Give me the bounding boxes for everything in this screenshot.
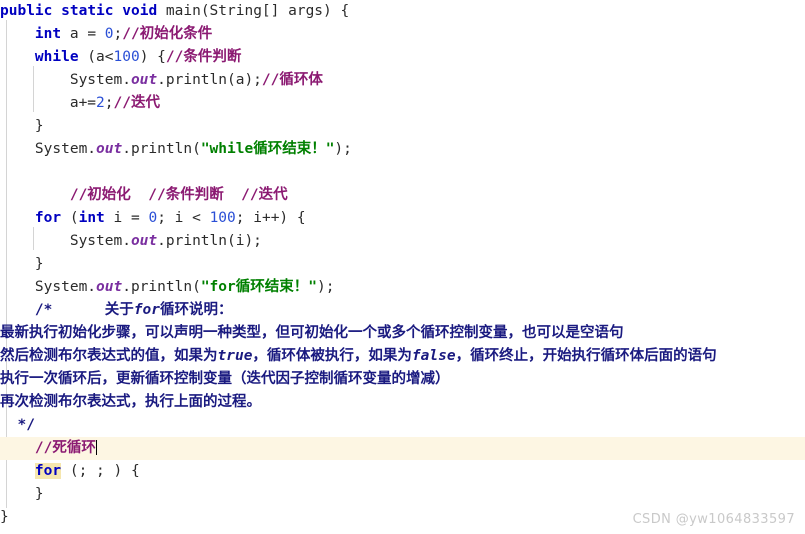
code-token-plain: (: [61, 210, 79, 226]
code-token-fld: out: [130, 233, 158, 249]
code-token-cmt: //迭代: [113, 95, 160, 111]
code-token-plain: .println(: [122, 141, 201, 157]
code-line[interactable]: //初始化 //条件判断 //迭代: [0, 184, 805, 207]
code-token-plain: System.: [0, 72, 131, 88]
code-token-kw: for: [34, 210, 62, 226]
code-token-blk: 执行一次循环后，更新循环控制变量（迭代因子控制循环变量的增减）: [0, 371, 450, 387]
code-line[interactable]: for (; ; ) {: [0, 460, 805, 483]
code-line[interactable]: 执行一次循环后，更新循环控制变量（迭代因子控制循环变量的增减）: [0, 368, 805, 391]
code-line[interactable]: int a = 0;//初始化条件: [0, 23, 805, 46]
code-token-plain: ;: [113, 26, 123, 42]
code-line[interactable]: //死循环: [0, 437, 805, 460]
code-token-plain: a =: [61, 26, 105, 42]
code-token-blk: ，循环终止，开始执行循环体后面的语句: [455, 348, 717, 364]
code-token-cmt: //条件判断: [165, 49, 242, 65]
code-token-kw: public: [0, 3, 53, 19]
code-token-plain: main(String[] args) {: [157, 3, 350, 19]
code-token-cmt: //循环体: [261, 72, 323, 88]
code-line[interactable]: }: [0, 253, 805, 276]
code-token-plain: (a<: [78, 49, 114, 65]
code-token-plain: );: [316, 279, 335, 295]
code-token-plain: a+=: [0, 95, 97, 111]
code-line[interactable]: 最新执行初始化步骤，可以声明一种类型，但可初始化一个或多个循环控制变量，也可以是…: [0, 322, 805, 345]
code-line[interactable]: 然后检测布尔表达式的值，如果为true，循环体被执行，如果为false，循环终止…: [0, 345, 805, 368]
code-token-cmt: //初始化 //条件判断 //迭代: [69, 187, 288, 203]
code-line[interactable]: System.out.println(a);//循环体: [0, 69, 805, 92]
code-token-blk: 循环说明：: [159, 302, 233, 318]
code-token-str: "for循环结束！": [200, 279, 317, 295]
code-token-block-comment-italic: true: [217, 348, 253, 364]
code-line[interactable]: 再次检测布尔表达式，执行上面的过程。: [0, 391, 805, 414]
code-token-blk: 最新执行初始化步骤，可以声明一种类型，但可初始化一个或多个循环控制变量，也可以是…: [0, 325, 624, 341]
code-token-fld: out: [96, 141, 123, 157]
code-token-num: 0: [148, 210, 158, 226]
code-token-plain: i =: [104, 210, 149, 226]
code-token-plain: .println(: [122, 279, 201, 295]
code-token-kw: int: [78, 210, 105, 226]
bracket-match-highlight: for: [34, 463, 62, 479]
code-line[interactable]: /* 关于for循环说明：: [0, 299, 805, 322]
code-token-kw: int: [34, 26, 62, 42]
code-token-blk: 然后检测布尔表达式的值，如果为: [0, 348, 218, 364]
csdn-watermark: CSDN @yw1064833597: [632, 512, 795, 527]
code-token-num: 2: [96, 95, 105, 111]
code-token-plain: ) {: [139, 49, 166, 65]
code-token-plain: System.: [0, 141, 97, 157]
code-token-fld: out: [96, 279, 123, 295]
code-token-plain: }: [0, 256, 44, 272]
code-line[interactable]: System.out.println("while循环结束！");: [0, 138, 805, 161]
code-editor[interactable]: public static void main(String[] args) {…: [0, 0, 805, 534]
code-token-plain: ; i <: [157, 210, 210, 226]
code-token-plain: System.: [0, 233, 131, 249]
code-token-cmt: //初始化条件: [122, 26, 213, 42]
code-token-blk: /* 关于: [34, 302, 134, 318]
code-line[interactable]: }: [0, 115, 805, 138]
code-token-plain: (; ; ) {: [61, 463, 140, 479]
code-token-kw: static: [61, 3, 114, 19]
code-token-plain: .println(a);: [157, 72, 262, 88]
code-token-num: 0: [104, 26, 114, 42]
code-body[interactable]: public static void main(String[] args) {…: [0, 0, 805, 529]
code-line[interactable]: }: [0, 483, 805, 506]
code-line[interactable]: System.out.println(i);: [0, 230, 805, 253]
code-token-kw: void: [122, 3, 158, 19]
code-token-blk: 再次检测布尔表达式，执行上面的过程。: [0, 394, 261, 410]
code-line[interactable]: a+=2;//迭代: [0, 92, 805, 115]
code-line[interactable]: [0, 161, 805, 184]
code-token-blk: */: [17, 417, 35, 433]
code-token-plain: }: [0, 486, 44, 502]
code-line[interactable]: System.out.println("for循环结束！");: [0, 276, 805, 299]
code-token-plain: }: [0, 118, 44, 134]
code-token-str: "while循环结束！": [200, 141, 335, 157]
code-line[interactable]: while (a<100) {//条件判断: [0, 46, 805, 69]
code-token-blk: ，循环体被执行，如果为: [252, 348, 412, 364]
code-token-kw: while: [34, 49, 79, 65]
text-caret: [95, 440, 97, 455]
code-token-plain: );: [334, 141, 352, 157]
code-token-plain: ;: [104, 95, 114, 111]
code-token-plain: .println(i);: [157, 233, 262, 249]
code-token-plain: System.: [0, 279, 97, 295]
code-token-block-comment-italic: for: [133, 302, 160, 318]
code-token-plain: }: [0, 509, 9, 525]
code-token-num: 100: [209, 210, 236, 226]
code-line[interactable]: public static void main(String[] args) {: [0, 0, 805, 23]
code-line[interactable]: for (int i = 0; i < 100; i++) {: [0, 207, 805, 230]
code-token-block-comment-italic: false: [411, 348, 456, 364]
code-token-num: 100: [113, 49, 140, 65]
code-token-fld: out: [130, 72, 158, 88]
code-token-plain: ; i++) {: [235, 210, 306, 226]
code-line[interactable]: */: [0, 414, 805, 437]
code-token-cmt: //死循环: [34, 440, 96, 456]
